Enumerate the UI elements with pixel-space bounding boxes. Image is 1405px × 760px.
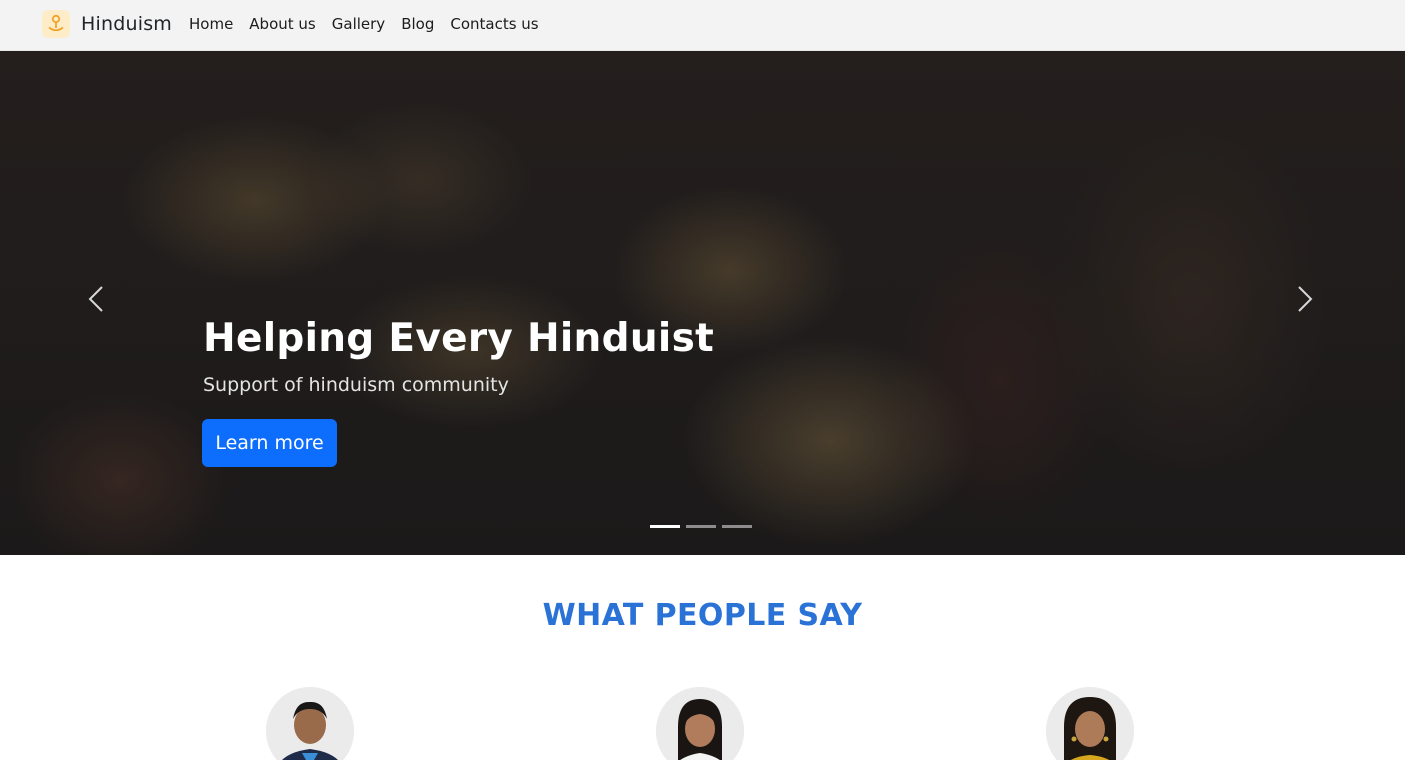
carousel-indicator-1[interactable] bbox=[650, 525, 680, 528]
nav-link-contacts-us[interactable]: Contacts us bbox=[450, 13, 538, 35]
nav-link-gallery[interactable]: Gallery bbox=[332, 13, 385, 35]
carousel-indicator-3[interactable] bbox=[722, 525, 752, 528]
brand-name: Hinduism bbox=[81, 13, 172, 35]
hero-subtitle: Support of hinduism community bbox=[203, 374, 509, 396]
nav-link-about-us[interactable]: About us bbox=[249, 13, 315, 35]
chevron-left-icon bbox=[88, 286, 103, 312]
navbar: Hinduism Home About us Gallery Blog Cont… bbox=[0, 0, 1405, 51]
avatar bbox=[266, 687, 354, 760]
carousel-indicators bbox=[650, 525, 758, 528]
avatar bbox=[1046, 687, 1134, 760]
temple-pin-icon bbox=[42, 10, 70, 38]
carousel-next-button[interactable] bbox=[1290, 275, 1320, 323]
chevron-right-icon bbox=[1298, 286, 1313, 312]
nav-links: Home About us Gallery Blog Contacts us bbox=[189, 13, 555, 35]
hero-background-image bbox=[0, 51, 1405, 555]
section-title: WHAT PEOPLE SAY bbox=[542, 598, 863, 633]
carousel-prev-button[interactable] bbox=[81, 275, 111, 323]
brand-link[interactable]: Hinduism bbox=[42, 8, 172, 40]
learn-more-button[interactable]: Learn more bbox=[202, 419, 337, 467]
avatar bbox=[656, 687, 744, 760]
hero-carousel: Helping Every Hinduist Support of hindui… bbox=[0, 51, 1405, 555]
hero-title: Helping Every Hinduist bbox=[203, 316, 715, 361]
nav-link-blog[interactable]: Blog bbox=[401, 13, 434, 35]
nav-link-home[interactable]: Home bbox=[189, 13, 233, 35]
carousel-indicator-2[interactable] bbox=[686, 525, 716, 528]
